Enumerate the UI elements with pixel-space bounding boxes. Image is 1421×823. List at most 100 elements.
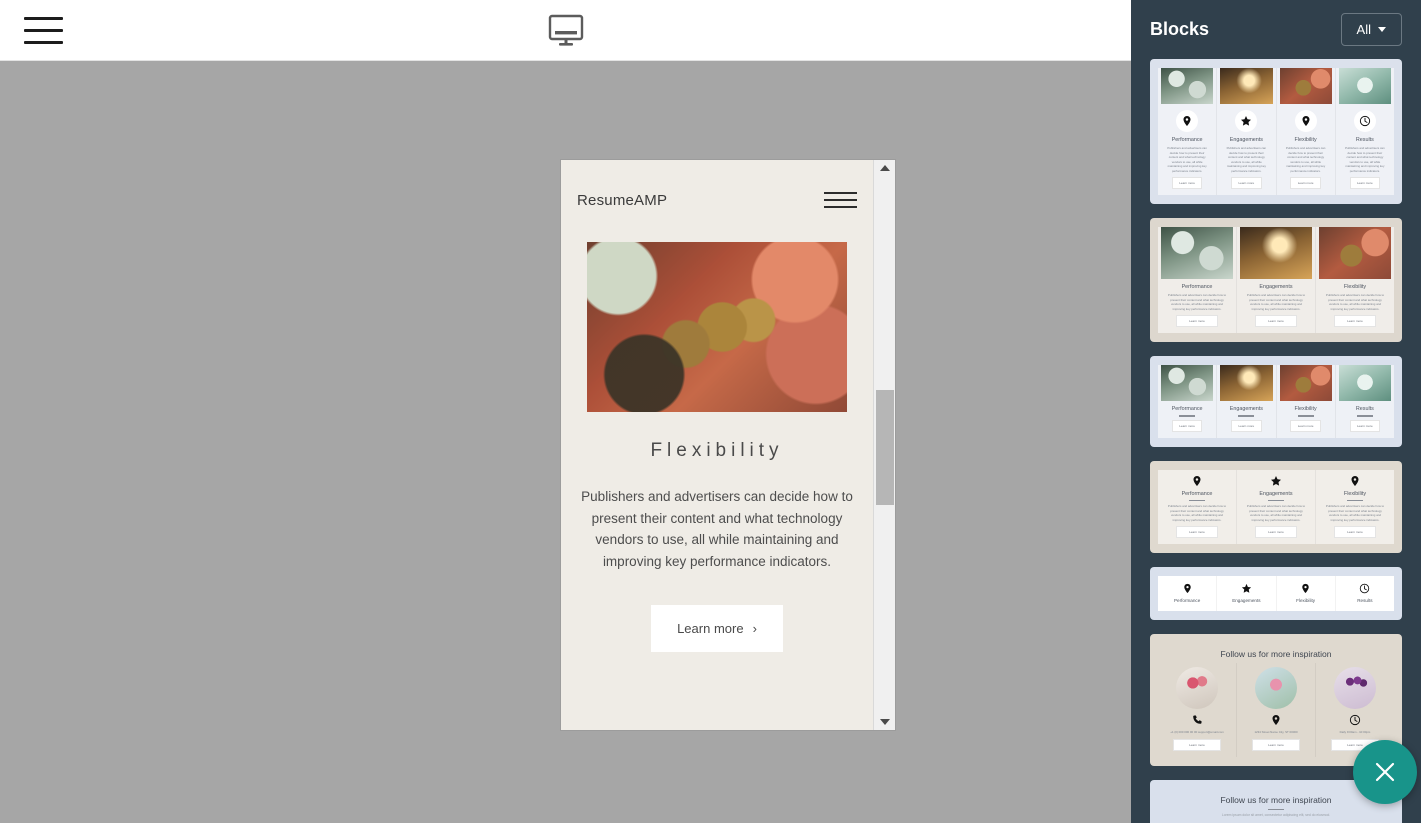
preview-content: Flexibility Publishers and advertisers c… <box>561 412 873 653</box>
app-root: ResumeAMP Flexibility Publishers and adv… <box>0 0 1421 823</box>
block-column[interactable]: Performance Publishers and advertisers ca… <box>1158 68 1218 195</box>
column-learn-more-button[interactable]: Learn more <box>1255 315 1297 327</box>
block-column[interactable]: Engagements Publishers and advertisers ca… <box>1237 227 1316 333</box>
column-learn-more-button[interactable]: Learn more <box>1176 526 1218 538</box>
hamburger-menu-icon[interactable] <box>14 0 72 61</box>
scroll-up-arrow-icon[interactable] <box>874 160 896 176</box>
block-column[interactable]: Flexibility Publishers and advertisers ca… <box>1276 68 1336 195</box>
column-title: Flexibility <box>1294 137 1317 143</box>
block-column[interactable]: Flexibility Publishers and advertisers ca… <box>1316 227 1394 333</box>
preview-brand[interactable]: ResumeAMP <box>577 192 667 209</box>
blocks-list[interactable]: Performance Publishers and advertisers ca… <box>1131 59 1421 823</box>
column-text: Publishers and advertisers can decide ho… <box>1345 146 1385 173</box>
column-photo <box>1338 68 1391 104</box>
block-thumbnail-features-3col-icon[interactable]: Performance Publishers and advertisers ca… <box>1150 460 1402 554</box>
column-learn-more-button[interactable]: Learn more <box>1231 419 1262 432</box>
block-thumbnail-features-4col-icon-compact[interactable]: Performance Engagements Flexibility Results <box>1150 567 1402 620</box>
block-column[interactable]: Results <box>1335 576 1394 611</box>
block-column[interactable]: Results Publishers and advertisers can de… <box>1335 68 1394 195</box>
burger-line <box>824 206 857 208</box>
block-thumbnail-inner: Performance Publishers and advertisers ca… <box>1150 461 1402 554</box>
block-subtext: Lorem ipsum dolor sit amet, consectetur … <box>1221 813 1331 817</box>
column-learn-more-button[interactable]: Learn more <box>1334 526 1376 538</box>
block-thumbnail-follow-us-3col-round-photo[interactable]: Follow us for more inspiration +1 (0) 000… <box>1150 634 1402 766</box>
block-column[interactable]: +1 (0) 000 000 00 00 support@email.com Le… <box>1158 663 1237 757</box>
column-learn-more-button[interactable]: Learn more <box>1334 315 1376 327</box>
block-column[interactable]: Flexibility Publishers and advertisers ca… <box>1316 469 1394 544</box>
column-icon-circle <box>1176 110 1199 132</box>
divider <box>1238 415 1255 417</box>
column-learn-more-button[interactable]: Learn more <box>1252 738 1300 751</box>
close-panel-button[interactable] <box>1353 740 1417 804</box>
burger-line <box>23 16 63 20</box>
column-icon-wrap <box>1319 714 1391 726</box>
block-column[interactable]: Engagements Publishers and advertisers ca… <box>1237 469 1316 544</box>
block-column[interactable]: Engagements Publishers and advertisers ca… <box>1217 68 1277 195</box>
desktop-monitor-icon[interactable] <box>546 13 586 49</box>
column-text: 1234 Street Name City, ST 00000 <box>1254 730 1298 734</box>
column-text: Publishers and advertisers can decide ho… <box>1167 504 1227 522</box>
block-thumbnail-inner: Follow us for more inspiration +1 (0) 000… <box>1150 634 1402 766</box>
column-photo <box>1338 365 1391 401</box>
chevron-right-icon: › <box>752 621 757 637</box>
block-thumbnail-features-3col-image[interactable]: Performance Publishers and advertisers ca… <box>1150 218 1402 342</box>
burger-line <box>824 199 857 201</box>
block-columns: +1 (0) 000 000 00 00 support@email.com Le… <box>1158 663 1394 757</box>
column-learn-more-button[interactable]: Learn more <box>1176 315 1218 327</box>
block-thumbnail-features-4col-image-icon[interactable]: Performance Publishers and advertisers ca… <box>1150 59 1402 204</box>
column-text: Publishers and advertisers can decide ho… <box>1246 504 1306 522</box>
column-title: Flexibility <box>1296 598 1316 603</box>
column-learn-more-button[interactable]: Learn more <box>1231 177 1262 189</box>
block-thumbnail-inner: Performance Engagements Flexibility Results <box>1150 567 1402 620</box>
column-learn-more-button[interactable]: Learn more <box>1290 177 1321 189</box>
column-learn-more-button[interactable]: Learn more <box>1349 177 1381 189</box>
column-text: Daily 9:00am - 10:00pm <box>1339 730 1371 734</box>
column-learn-more-button[interactable]: Learn more <box>1171 177 1203 189</box>
blocks-filter-dropdown[interactable]: All <box>1340 13 1402 46</box>
block-column[interactable]: 1234 Street Name City, ST 00000 Learn mor… <box>1237 663 1316 757</box>
column-photo <box>1176 667 1218 709</box>
block-column[interactable]: Results Learn more <box>1335 365 1394 438</box>
preview-hamburger-menu-icon[interactable] <box>824 192 857 208</box>
column-photo <box>1255 667 1297 709</box>
block-column[interactable]: Performance <box>1158 576 1218 611</box>
block-column[interactable]: Performance Publishers and advertisers ca… <box>1158 469 1237 544</box>
column-title: Performance <box>1171 137 1203 143</box>
preview-hero-image <box>587 242 847 412</box>
block-column[interactable]: Performance Learn more <box>1158 365 1218 438</box>
divider <box>1268 808 1284 810</box>
column-icon-wrap <box>1319 475 1391 487</box>
block-heading: Follow us for more inspiration <box>1220 794 1332 805</box>
preview-learn-more-label: Learn more <box>677 621 744 637</box>
block-column[interactable]: Engagements Learn more <box>1217 365 1277 438</box>
block-columns: Performance Publishers and advertisers ca… <box>1158 68 1394 195</box>
column-title: Performance <box>1173 598 1201 603</box>
map-pin-icon <box>1351 475 1359 486</box>
block-thumbnail-inner: Performance Publishers and advertisers ca… <box>1150 59 1402 204</box>
column-title: Flexibility <box>1343 284 1367 290</box>
block-column[interactable]: Performance Publishers and advertisers ca… <box>1158 227 1237 333</box>
divider <box>1179 415 1196 417</box>
column-learn-more-button[interactable]: Learn more <box>1171 419 1203 432</box>
block-column[interactable]: Flexibility <box>1276 576 1336 611</box>
column-text: Publishers and advertisers can decide ho… <box>1325 504 1385 522</box>
preview-navbar: ResumeAMP <box>561 160 873 240</box>
block-thumbnail-features-4col-image-title[interactable]: Performance Learn more Engagements Learn mo… <box>1150 356 1402 447</box>
column-learn-more-button[interactable]: Learn more <box>1349 419 1381 432</box>
preview-scrollbar[interactable] <box>873 160 895 730</box>
column-photo <box>1220 365 1273 401</box>
scroll-down-arrow-icon[interactable] <box>874 714 896 730</box>
column-icon-wrap <box>1161 475 1233 487</box>
column-learn-more-button[interactable]: Learn more <box>1255 526 1297 538</box>
preview-learn-more-button[interactable]: Learn more › <box>651 605 783 653</box>
column-icon-wrap <box>1339 583 1391 594</box>
column-learn-more-button[interactable]: Learn more <box>1173 738 1221 751</box>
column-icon-wrap <box>1161 714 1233 726</box>
column-learn-more-button[interactable]: Learn more <box>1290 419 1321 432</box>
block-column[interactable]: Flexibility Learn more <box>1276 365 1336 438</box>
column-title: Engagements <box>1232 598 1261 603</box>
column-icon-wrap <box>1240 475 1312 487</box>
column-text: Publishers and advertisers can decide ho… <box>1246 293 1306 311</box>
scrollbar-thumb[interactable] <box>876 390 894 505</box>
block-column[interactable]: Engagements <box>1217 576 1277 611</box>
